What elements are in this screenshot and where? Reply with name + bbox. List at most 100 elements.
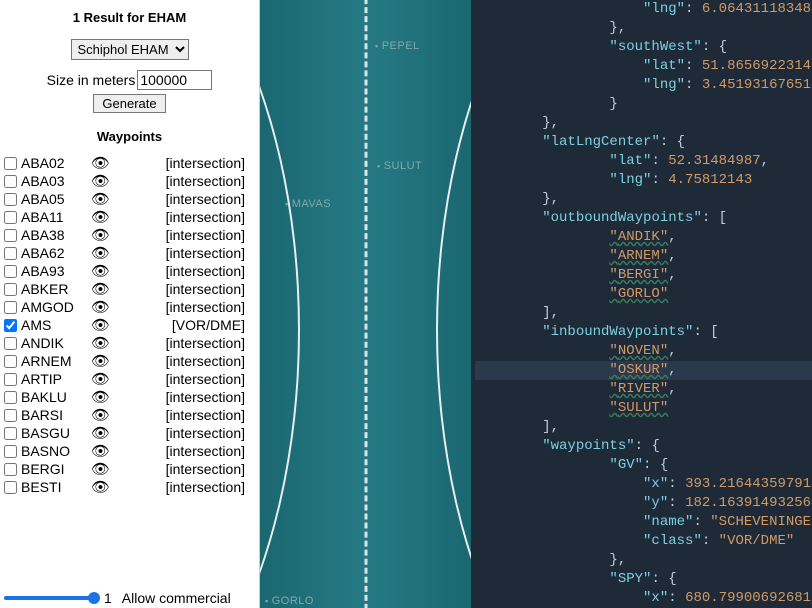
eye-icon[interactable]: 👁: [91, 192, 109, 207]
waypoint-checkbox[interactable]: [4, 157, 17, 170]
eye-icon[interactable]: 👁: [91, 174, 109, 189]
waypoint-row: BASGU👁[intersection]: [4, 424, 255, 442]
waypoint-type: [intersection]: [166, 209, 255, 225]
waypoint-type: [intersection]: [166, 191, 255, 207]
waypoint-checkbox[interactable]: [4, 301, 17, 314]
waypoint-checkbox[interactable]: [4, 319, 17, 332]
waypoint-checkbox[interactable]: [4, 481, 17, 494]
map-centerline: [364, 0, 367, 608]
eye-icon[interactable]: 👁: [91, 480, 109, 495]
waypoint-type: [intersection]: [166, 263, 255, 279]
waypoint-row: ABA38 👁 [intersection]: [4, 226, 255, 244]
eye-icon[interactable]: 👁: [91, 372, 109, 387]
sidebar: 1 Result for EHAM Schiphol EHAM Size in …: [0, 0, 260, 608]
waypoint-name: ABA05: [21, 191, 87, 207]
waypoint-name: ABA38: [21, 227, 87, 243]
waypoint-checkbox[interactable]: [4, 265, 17, 278]
waypoint-name: BARSI: [21, 407, 87, 423]
eye-icon[interactable]: 👁: [91, 336, 109, 351]
waypoint-checkbox[interactable]: [4, 247, 17, 260]
waypoint-row: ARTIP 👁 [intersection]: [4, 370, 255, 388]
waypoint-row: BASNO 👁 [intersection]: [4, 442, 255, 460]
waypoint-checkbox[interactable]: [4, 373, 17, 386]
eye-icon[interactable]: 👁: [91, 390, 109, 405]
waypoint-name: ABA62: [21, 245, 87, 261]
waypoint-type: [intersection]: [166, 443, 255, 459]
waypoint-name: ABA03: [21, 173, 87, 189]
waypoint-type: [intersection]: [166, 461, 255, 477]
size-input[interactable]: [137, 70, 212, 90]
waypoint-name: BASNO: [21, 443, 87, 459]
map-arc: [436, 0, 471, 608]
eye-icon[interactable]: 👁: [91, 282, 109, 297]
waypoint-checkbox[interactable]: [4, 337, 17, 350]
waypoint-type: [intersection]: [166, 227, 255, 243]
eye-icon[interactable]: 👁: [91, 354, 109, 369]
waypoint-checkbox[interactable]: [4, 211, 17, 224]
waypoint-name: AMS: [21, 317, 87, 333]
waypoint-checkbox[interactable]: [4, 229, 17, 242]
waypoint-row: ABA62 👁 [intersection]: [4, 244, 255, 262]
waypoint-name: BERGI: [21, 461, 87, 477]
waypoint-list[interactable]: ABA02 👁 [intersection] ABA03 👁 [intersection]…: [0, 154, 259, 588]
waypoint-checkbox[interactable]: [4, 355, 17, 368]
waypoint-type: [intersection]: [166, 479, 255, 495]
eye-icon[interactable]: 👁: [91, 264, 109, 279]
waypoint-row: ABA11 👁 [intersection]: [4, 208, 255, 226]
airport-select[interactable]: Schiphol EHAM: [71, 39, 189, 60]
waypoint-row: ABA93 👁 [intersection]: [4, 262, 255, 280]
waypoint-checkbox[interactable]: [4, 391, 17, 404]
size-label: Size in meters: [47, 72, 136, 88]
map-waypoint-label: MAVAS: [285, 198, 331, 210]
eye-icon[interactable]: 👁: [91, 300, 109, 315]
waypoint-row: ABA05 👁 [intersection]: [4, 190, 255, 208]
waypoints-header: Waypoints: [0, 123, 259, 154]
waypoint-type: [intersection]: [166, 281, 255, 297]
waypoint-type: [intersection]: [166, 335, 255, 351]
waypoint-checkbox[interactable]: [4, 445, 17, 458]
waypoint-row: ABA03👁[intersection]: [4, 172, 255, 190]
eye-icon[interactable]: 👁: [91, 408, 109, 423]
map-canvas[interactable]: PEPELSULUTMAVASGORLO: [260, 0, 471, 608]
waypoint-row: BAKLU👁[intersection]: [4, 388, 255, 406]
waypoint-row: BARSI 👁 [intersection]: [4, 406, 255, 424]
map-waypoint-label: SULUT: [377, 160, 422, 172]
waypoint-checkbox[interactable]: [4, 409, 17, 422]
eye-icon[interactable]: 👁: [91, 318, 109, 333]
slider-value: 1: [104, 590, 112, 606]
eye-icon[interactable]: 👁: [91, 462, 109, 477]
map-waypoint-label: PEPEL: [375, 40, 420, 52]
waypoint-row: BESTI👁[intersection]: [4, 478, 255, 496]
waypoint-row: ABA02👁[intersection]: [4, 154, 255, 172]
waypoint-name: ABA02: [21, 155, 87, 171]
slider-thumb[interactable]: [88, 592, 100, 604]
waypoint-checkbox[interactable]: [4, 463, 17, 476]
waypoint-name: ARNEM: [21, 353, 87, 369]
waypoint-row: AMGOD👁[intersection]: [4, 298, 255, 316]
waypoint-checkbox[interactable]: [4, 427, 17, 440]
commercial-slider[interactable]: [4, 596, 94, 600]
waypoint-checkbox[interactable]: [4, 175, 17, 188]
waypoint-checkbox[interactable]: [4, 283, 17, 296]
waypoint-type: [intersection]: [166, 299, 255, 315]
waypoint-type: [intersection]: [166, 407, 255, 423]
waypoint-name: ABA11: [21, 209, 87, 225]
generate-button[interactable]: Generate: [93, 94, 165, 113]
eye-icon[interactable]: 👁: [91, 228, 109, 243]
waypoint-checkbox[interactable]: [4, 193, 17, 206]
waypoint-name: ABA93: [21, 263, 87, 279]
waypoint-type: [intersection]: [166, 371, 255, 387]
waypoint-type: [intersection]: [166, 245, 255, 261]
eye-icon[interactable]: 👁: [91, 246, 109, 261]
eye-icon[interactable]: 👁: [91, 156, 109, 171]
eye-icon[interactable]: 👁: [91, 426, 109, 441]
code-panel: "lng": 6.064311183480978 }, "southWest":…: [471, 0, 812, 608]
map-arc: [260, 0, 300, 608]
eye-icon[interactable]: 👁: [91, 210, 109, 225]
waypoint-name: ABKER: [21, 281, 87, 297]
waypoint-type: [intersection]: [166, 389, 255, 405]
slider-label: Allow commercial: [122, 590, 231, 606]
waypoint-name: ARTIP: [21, 371, 87, 387]
eye-icon[interactable]: 👁: [91, 444, 109, 459]
slider-row: 1 Allow commercial: [0, 588, 259, 608]
